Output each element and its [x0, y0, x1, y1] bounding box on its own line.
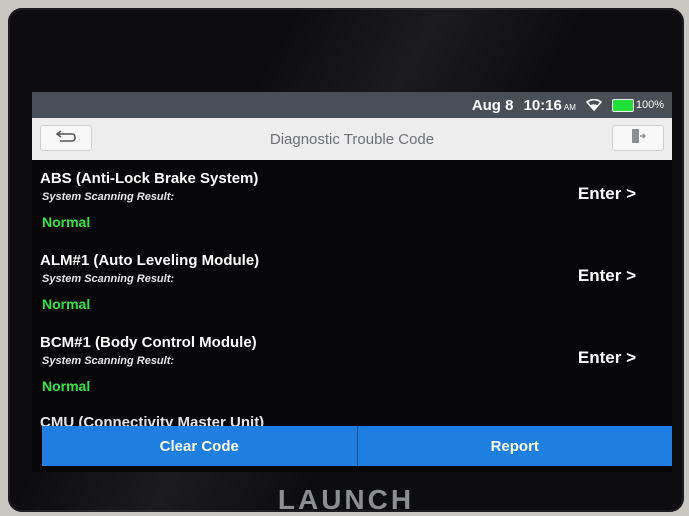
system-list: ABS (Anti-Lock Brake System) System Scan…: [32, 160, 672, 426]
wifi-icon: [585, 99, 602, 111]
clear-code-button[interactable]: Clear Code: [42, 426, 358, 466]
battery-percent: 100%: [635, 99, 664, 111]
system-result: Normal: [42, 214, 91, 230]
status-date: Aug 8: [471, 96, 514, 114]
system-subtitle: System Scanning Result:: [42, 355, 175, 367]
report-button[interactable]: Report: [357, 426, 672, 466]
enter-button[interactable]: Enter >: [578, 184, 636, 204]
system-title: ALM#1 (Auto Leveling Module): [40, 252, 260, 269]
exit-button[interactable]: [612, 125, 664, 151]
device-frame: Aug 8 10:16 AM 100% Diagnostic Trouble C…: [8, 8, 684, 512]
screen: Aug 8 10:16 AM 100% Diagnostic Trouble C…: [32, 92, 672, 472]
exit-icon: [630, 128, 646, 148]
enter-button[interactable]: Enter >: [578, 266, 636, 286]
title-bar: Diagnostic Trouble Code: [32, 118, 672, 160]
status-time: 10:16 AM: [523, 96, 576, 114]
system-title: BCM#1 (Body Control Module): [40, 334, 257, 351]
battery-icon: 100%: [611, 98, 664, 112]
system-subtitle: System Scanning Result:: [42, 191, 175, 203]
list-item[interactable]: ABS (Anti-Lock Brake System) System Scan…: [32, 160, 672, 242]
system-title: CMU (Connectivity Master Unit): [40, 414, 265, 426]
back-arrow-icon: [55, 129, 77, 147]
system-result: Normal: [42, 378, 91, 394]
enter-button[interactable]: Enter >: [578, 348, 636, 368]
status-bar: Aug 8 10:16 AM 100%: [32, 92, 672, 118]
back-button[interactable]: [40, 125, 92, 151]
list-item[interactable]: BCM#1 (Body Control Module) System Scann…: [32, 324, 672, 406]
system-subtitle: System Scanning Result:: [42, 273, 175, 285]
footer-buttons: Clear Code Report: [42, 426, 672, 466]
system-title: ABS (Anti-Lock Brake System): [40, 170, 259, 187]
page-title: Diagnostic Trouble Code: [269, 130, 435, 148]
list-item[interactable]: CMU (Connectivity Master Unit): [32, 406, 672, 426]
brand-logo: LAUNCH: [277, 484, 415, 512]
system-result: Normal: [42, 296, 91, 312]
list-item[interactable]: ALM#1 (Auto Leveling Module) System Scan…: [32, 242, 672, 324]
